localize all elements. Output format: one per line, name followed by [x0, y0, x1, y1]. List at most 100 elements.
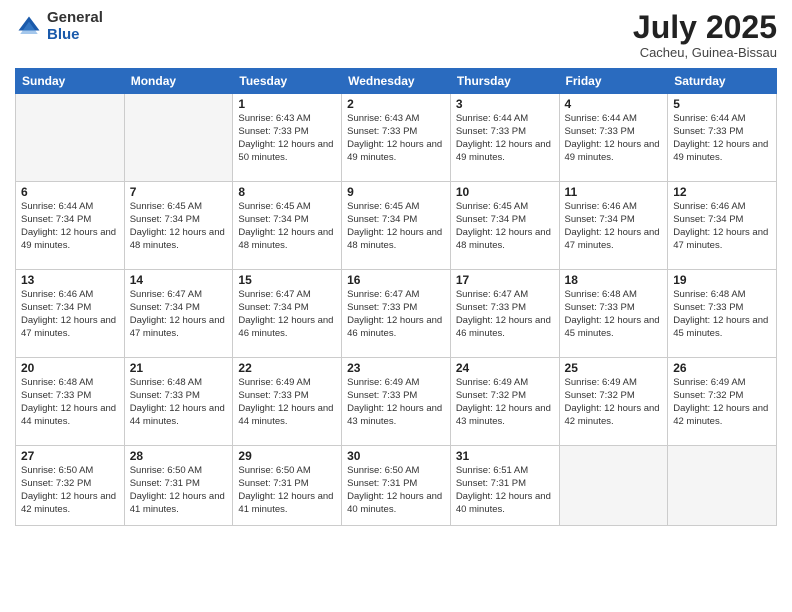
- day-number: 29: [238, 449, 336, 463]
- day-info: Sunrise: 6:43 AM Sunset: 7:33 PM Dayligh…: [238, 113, 336, 164]
- day-number: 7: [130, 185, 228, 199]
- logo-icon: [15, 13, 43, 41]
- day-cell: 5 Sunrise: 6:44 AM Sunset: 7:33 PM Daylig…: [668, 94, 777, 182]
- day-number: 20: [21, 361, 119, 375]
- day-cell: 31 Sunrise: 6:51 AM Sunset: 7:31 PM Dayli…: [450, 446, 559, 526]
- day-info: Sunrise: 6:44 AM Sunset: 7:33 PM Dayligh…: [456, 113, 554, 164]
- day-number: 28: [130, 449, 228, 463]
- title-block: July 2025 Cacheu, Guinea-Bissau: [633, 10, 777, 60]
- day-cell: 12 Sunrise: 6:46 AM Sunset: 7:34 PM Dayli…: [668, 182, 777, 270]
- day-number: 16: [347, 273, 445, 287]
- week-row-4: 20 Sunrise: 6:48 AM Sunset: 7:33 PM Dayli…: [16, 358, 777, 446]
- day-cell: 8Sunrise: 6:45 AM Sunset: 7:34 PM Daylig…: [233, 182, 342, 270]
- day-number: 14: [130, 273, 228, 287]
- month-title: July 2025: [633, 10, 777, 45]
- day-number: 26: [673, 361, 771, 375]
- day-number: 11: [565, 185, 663, 199]
- day-cell: 18Sunrise: 6:48 AM Sunset: 7:33 PM Dayli…: [559, 270, 668, 358]
- day-number: 25: [565, 361, 663, 375]
- day-number: 6: [21, 185, 119, 199]
- day-number: 19: [673, 273, 771, 287]
- day-number: 12: [673, 185, 771, 199]
- day-info: Sunrise: 6:48 AM Sunset: 7:33 PM Dayligh…: [673, 289, 771, 340]
- day-number: 13: [21, 273, 119, 287]
- day-cell: 25 Sunrise: 6:49 AM Sunset: 7:32 PM Dayli…: [559, 358, 668, 446]
- day-number: 30: [347, 449, 445, 463]
- day-cell: 7 Sunrise: 6:45 AM Sunset: 7:34 PM Daylig…: [124, 182, 233, 270]
- day-number: 21: [130, 361, 228, 375]
- calendar: SundayMondayTuesdayWednesdayThursdayFrid…: [15, 68, 777, 526]
- day-number: 10: [456, 185, 554, 199]
- day-info: Sunrise: 6:45 AM Sunset: 7:34 PM Dayligh…: [456, 201, 554, 252]
- day-info: Sunrise: 6:49 AM Sunset: 7:33 PM Dayligh…: [347, 377, 445, 428]
- day-cell: 26 Sunrise: 6:49 AM Sunset: 7:32 PM Dayli…: [668, 358, 777, 446]
- day-info: Sunrise: 6:47 AM Sunset: 7:33 PM Dayligh…: [456, 289, 554, 340]
- day-info: Sunrise: 6:45 AM Sunset: 7:34 PM Dayligh…: [238, 201, 336, 252]
- day-info: Sunrise: 6:47 AM Sunset: 7:33 PM Dayligh…: [347, 289, 445, 340]
- day-cell: 23 Sunrise: 6:49 AM Sunset: 7:33 PM Dayli…: [342, 358, 451, 446]
- day-number: 27: [21, 449, 119, 463]
- day-cell: 9 Sunrise: 6:45 AM Sunset: 7:34 PM Daylig…: [342, 182, 451, 270]
- day-cell: 22Sunrise: 6:49 AM Sunset: 7:33 PM Dayli…: [233, 358, 342, 446]
- day-cell: 2Sunrise: 6:43 AM Sunset: 7:33 PM Daylig…: [342, 94, 451, 182]
- day-number: 1: [238, 97, 336, 111]
- logo-blue: Blue: [47, 27, 103, 44]
- day-cell: [668, 446, 777, 526]
- day-info: Sunrise: 6:49 AM Sunset: 7:33 PM Dayligh…: [238, 377, 336, 428]
- day-info: Sunrise: 6:50 AM Sunset: 7:31 PM Dayligh…: [130, 465, 228, 516]
- day-info: Sunrise: 6:47 AM Sunset: 7:34 PM Dayligh…: [238, 289, 336, 340]
- day-info: Sunrise: 6:47 AM Sunset: 7:34 PM Dayligh…: [130, 289, 228, 340]
- day-info: Sunrise: 6:45 AM Sunset: 7:34 PM Dayligh…: [347, 201, 445, 252]
- calendar-header-friday: Friday: [559, 69, 668, 94]
- day-cell: 13 Sunrise: 6:46 AM Sunset: 7:34 PM Dayli…: [16, 270, 125, 358]
- logo-general: General: [47, 10, 103, 27]
- day-info: Sunrise: 6:49 AM Sunset: 7:32 PM Dayligh…: [673, 377, 771, 428]
- day-cell: 3 Sunrise: 6:44 AM Sunset: 7:33 PM Daylig…: [450, 94, 559, 182]
- calendar-header-monday: Monday: [124, 69, 233, 94]
- calendar-header-tuesday: Tuesday: [233, 69, 342, 94]
- day-cell: 11 Sunrise: 6:46 AM Sunset: 7:34 PM Dayli…: [559, 182, 668, 270]
- week-row-5: 27 Sunrise: 6:50 AM Sunset: 7:32 PM Dayli…: [16, 446, 777, 526]
- day-info: Sunrise: 6:51 AM Sunset: 7:31 PM Dayligh…: [456, 465, 554, 516]
- day-cell: 27 Sunrise: 6:50 AM Sunset: 7:32 PM Dayli…: [16, 446, 125, 526]
- day-number: 4: [565, 97, 663, 111]
- header: General Blue July 2025 Cacheu, Guinea-Bi…: [15, 10, 777, 60]
- day-info: Sunrise: 6:43 AM Sunset: 7:33 PM Dayligh…: [347, 113, 445, 164]
- day-number: 24: [456, 361, 554, 375]
- day-cell: [16, 94, 125, 182]
- day-info: Sunrise: 6:44 AM Sunset: 7:33 PM Dayligh…: [673, 113, 771, 164]
- day-cell: 6 Sunrise: 6:44 AM Sunset: 7:34 PM Daylig…: [16, 182, 125, 270]
- day-info: Sunrise: 6:50 AM Sunset: 7:32 PM Dayligh…: [21, 465, 119, 516]
- day-number: 5: [673, 97, 771, 111]
- day-info: Sunrise: 6:45 AM Sunset: 7:34 PM Dayligh…: [130, 201, 228, 252]
- day-cell: [559, 446, 668, 526]
- day-info: Sunrise: 6:49 AM Sunset: 7:32 PM Dayligh…: [565, 377, 663, 428]
- day-number: 9: [347, 185, 445, 199]
- day-info: Sunrise: 6:44 AM Sunset: 7:34 PM Dayligh…: [21, 201, 119, 252]
- day-cell: 1 Sunrise: 6:43 AM Sunset: 7:33 PM Daylig…: [233, 94, 342, 182]
- day-info: Sunrise: 6:46 AM Sunset: 7:34 PM Dayligh…: [21, 289, 119, 340]
- day-cell: 14 Sunrise: 6:47 AM Sunset: 7:34 PM Dayli…: [124, 270, 233, 358]
- day-info: Sunrise: 6:49 AM Sunset: 7:32 PM Dayligh…: [456, 377, 554, 428]
- day-info: Sunrise: 6:48 AM Sunset: 7:33 PM Dayligh…: [21, 377, 119, 428]
- day-number: 18: [565, 273, 663, 287]
- day-number: 15: [238, 273, 336, 287]
- calendar-header-sunday: Sunday: [16, 69, 125, 94]
- day-cell: 4 Sunrise: 6:44 AM Sunset: 7:33 PM Daylig…: [559, 94, 668, 182]
- day-info: Sunrise: 6:46 AM Sunset: 7:34 PM Dayligh…: [565, 201, 663, 252]
- day-cell: 29 Sunrise: 6:50 AM Sunset: 7:31 PM Dayli…: [233, 446, 342, 526]
- day-number: 17: [456, 273, 554, 287]
- day-info: Sunrise: 6:50 AM Sunset: 7:31 PM Dayligh…: [347, 465, 445, 516]
- day-info: Sunrise: 6:44 AM Sunset: 7:33 PM Dayligh…: [565, 113, 663, 164]
- calendar-header-saturday: Saturday: [668, 69, 777, 94]
- day-number: 23: [347, 361, 445, 375]
- day-number: 3: [456, 97, 554, 111]
- day-cell: 17 Sunrise: 6:47 AM Sunset: 7:33 PM Dayli…: [450, 270, 559, 358]
- day-info: Sunrise: 6:50 AM Sunset: 7:31 PM Dayligh…: [238, 465, 336, 516]
- day-cell: 20 Sunrise: 6:48 AM Sunset: 7:33 PM Dayli…: [16, 358, 125, 446]
- day-number: 31: [456, 449, 554, 463]
- week-row-3: 13 Sunrise: 6:46 AM Sunset: 7:34 PM Dayli…: [16, 270, 777, 358]
- calendar-header-thursday: Thursday: [450, 69, 559, 94]
- day-info: Sunrise: 6:46 AM Sunset: 7:34 PM Dayligh…: [673, 201, 771, 252]
- day-cell: [124, 94, 233, 182]
